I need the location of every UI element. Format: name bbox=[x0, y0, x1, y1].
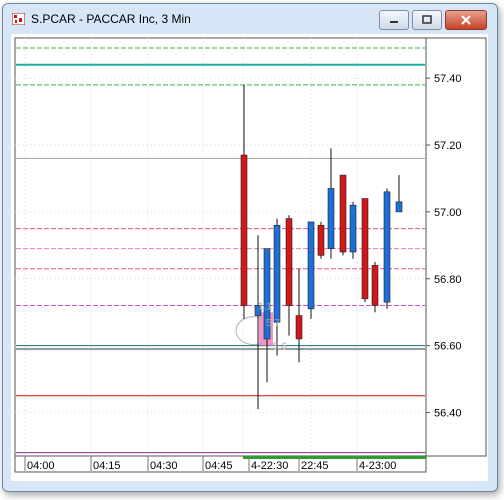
candle-body[interactable] bbox=[395, 201, 403, 213]
candle-body[interactable] bbox=[295, 315, 303, 340]
session-bar bbox=[243, 456, 426, 459]
x-tick-label: 04:45 bbox=[205, 460, 233, 472]
close-icon bbox=[461, 15, 471, 25]
y-tick-label: 56.40 bbox=[434, 408, 462, 420]
minimize-icon bbox=[390, 21, 398, 23]
candle-body[interactable] bbox=[240, 154, 248, 306]
overlay-label: 5.7 bbox=[266, 318, 280, 329]
overlay-label: 1.1 bbox=[258, 302, 272, 313]
chart-area[interactable]: 57.40 57.20 57.00 56.80 56.60 56.40 04:00 04:15… bbox=[11, 34, 488, 481]
app-icon bbox=[12, 13, 25, 25]
candle-body[interactable] bbox=[285, 218, 293, 306]
x-tick-label: 22:45 bbox=[301, 460, 329, 472]
title-bar[interactable]: S.PCAR - PACCAR Inc, 3 Min bbox=[3, 4, 497, 34]
window-title: S.PCAR - PACCAR Inc, 3 Min bbox=[31, 12, 191, 26]
minimize-button[interactable] bbox=[379, 10, 409, 30]
x-tick-label: 04:30 bbox=[150, 460, 178, 472]
candle-body[interactable] bbox=[327, 188, 335, 249]
candle-body[interactable] bbox=[349, 204, 357, 253]
y-tick-label: 57.40 bbox=[434, 73, 462, 85]
candle-body[interactable] bbox=[339, 174, 347, 253]
x-tick-label: 04:15 bbox=[93, 460, 121, 472]
x-tick-label: 04:00 bbox=[27, 460, 55, 472]
overlay-label: 5.6 bbox=[273, 342, 287, 353]
y-tick-label: 56.80 bbox=[434, 274, 462, 286]
y-tick-label: 56.60 bbox=[434, 341, 462, 353]
y-tick-label: 57.20 bbox=[434, 140, 462, 152]
maximize-icon bbox=[422, 15, 432, 24]
chart-window: S.PCAR - PACCAR Inc, 3 Min 57.40 57.20 57.… bbox=[2, 3, 498, 492]
price-axis bbox=[425, 37, 487, 457]
maximize-button[interactable] bbox=[412, 10, 442, 30]
candlestick-chart[interactable]: 57.40 57.20 57.00 56.80 56.60 56.40 04:00 04:15… bbox=[11, 34, 488, 481]
x-tick-label: 4-23:00 bbox=[359, 460, 396, 472]
candle-body[interactable] bbox=[317, 224, 325, 256]
candle-body[interactable] bbox=[361, 198, 369, 300]
candle-body[interactable] bbox=[383, 191, 391, 303]
candle-body[interactable] bbox=[273, 224, 281, 323]
close-button[interactable] bbox=[445, 10, 487, 30]
candle-body[interactable] bbox=[307, 221, 315, 310]
candle-body[interactable] bbox=[371, 265, 379, 306]
y-tick-label: 57.00 bbox=[434, 207, 462, 219]
x-tick-label: 4-22:30 bbox=[251, 460, 288, 472]
